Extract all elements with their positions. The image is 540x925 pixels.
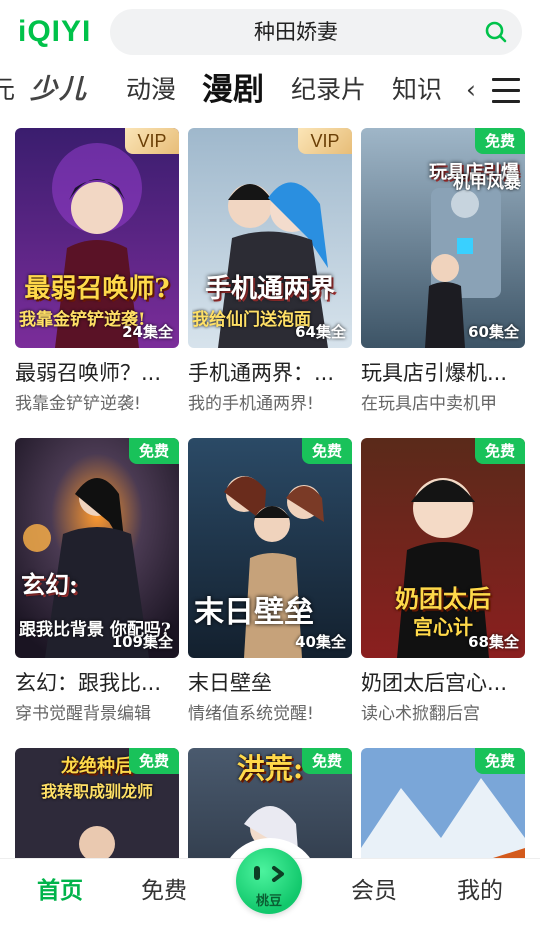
content-grid: 最弱召唤师? 我靠金铲铲逆袭! VIP 24集全 最弱召唤师？... 我靠金铲铲… xyxy=(0,126,540,860)
poster-title: 手机通两界 xyxy=(204,274,335,304)
drama-card[interactable]: 末日壁垒 免费 40集全 末日壁垒 情绪值系统觉醒! xyxy=(188,438,352,726)
poster[interactable]: 龙绝种后 我转职成驯龙师 免费 xyxy=(15,748,179,860)
poster-title: 最弱召唤师? xyxy=(24,274,170,304)
tab-partial-left[interactable]: 元 xyxy=(0,70,15,110)
nav-profile[interactable]: 我的 xyxy=(438,871,522,911)
drama-card[interactable]: 免费 xyxy=(361,748,525,860)
episode-count: 60集全 xyxy=(468,323,519,341)
card-title: 最弱召唤师？... xyxy=(15,361,162,385)
iqiyi-logo[interactable]: iQIYI xyxy=(18,14,91,50)
episode-count: 109集全 xyxy=(111,633,173,651)
drama-card[interactable]: 玩具店引爆 机甲风暴 免费 60集全 玩具店引爆机... 在玩具店中卖机甲 xyxy=(361,128,525,416)
card-subtitle: 我靠金铲铲逆袭! xyxy=(15,394,141,414)
poster[interactable]: 奶团太后 宫心计 免费 68集全 xyxy=(361,438,525,658)
channel-tabs: 元 少儿 动漫 漫剧 纪录片 知识 ‹ xyxy=(0,64,540,118)
poster[interactable]: 免费 xyxy=(361,748,525,860)
poster-subtitle: 我转职成驯龙师 xyxy=(40,782,153,801)
poster-title: 玄幻: xyxy=(21,570,78,599)
card-title: 末日壁垒 xyxy=(188,671,272,695)
tab-anime[interactable]: 动漫 xyxy=(126,70,176,110)
card-subtitle: 在玩具店中卖机甲 xyxy=(361,394,497,414)
poster[interactable]: 最弱召唤师? 我靠金铲铲逆袭! VIP 24集全 xyxy=(15,128,179,348)
free-badge: 免费 xyxy=(475,748,525,774)
poster-subtitle: 机甲风暴 xyxy=(453,173,521,193)
card-subtitle: 穿书觉醒背景编辑 xyxy=(15,704,151,724)
free-badge: 免费 xyxy=(129,748,179,774)
drama-card[interactable]: 最弱召唤师? 我靠金铲铲逆袭! VIP 24集全 最弱召唤师？... 我靠金铲铲… xyxy=(15,128,179,416)
vip-badge: VIP xyxy=(298,128,352,154)
free-badge: 免费 xyxy=(129,438,179,464)
search-bar[interactable]: 种田娇妻 xyxy=(110,9,522,55)
card-title: 玩具店引爆机... xyxy=(361,361,508,385)
episode-count: 64集全 xyxy=(295,323,346,341)
free-badge: 免费 xyxy=(302,748,352,774)
taodou-label: 桃豆 xyxy=(255,894,282,909)
tab-kids[interactable]: 少儿 xyxy=(30,70,88,110)
card-title: 手机通两界：... xyxy=(188,361,335,385)
episode-count: 24集全 xyxy=(122,323,173,341)
card-title: 奶团太后宫心... xyxy=(361,671,508,695)
tab-comic-drama[interactable]: 漫剧 xyxy=(202,70,264,110)
episode-count: 40集全 xyxy=(295,633,346,651)
search-icon[interactable] xyxy=(484,20,508,44)
drama-card[interactable]: 奶团太后 宫心计 免费 68集全 奶团太后宫心... 读心术掀翻后宫 xyxy=(361,438,525,726)
card-subtitle: 情绪值系统觉醒! xyxy=(188,704,314,724)
nav-home[interactable]: 首页 xyxy=(18,871,102,911)
tab-documentary[interactable]: 纪录片 xyxy=(291,70,366,110)
search-input[interactable]: 种田娇妻 xyxy=(110,9,482,55)
poster[interactable]: 末日壁垒 免费 40集全 xyxy=(188,438,352,658)
drama-card[interactable]: 龙绝种后 我转职成驯龙师 免费 xyxy=(15,748,179,860)
poster-title: 末日壁垒 xyxy=(194,595,314,630)
nav-free[interactable]: 免费 xyxy=(122,871,206,911)
vip-badge: VIP xyxy=(125,128,179,154)
card-title: 玄幻：跟我比... xyxy=(15,671,162,695)
taodou-mascot-button[interactable]: 桃豆 xyxy=(236,848,302,914)
free-badge: 免费 xyxy=(302,438,352,464)
free-badge: 免费 xyxy=(475,438,525,464)
poster[interactable]: 手机通两界 我给仙门送泡面 VIP 64集全 xyxy=(188,128,352,348)
mascot-face-icon xyxy=(254,866,284,882)
poster-title: 奶团太后 xyxy=(395,584,491,613)
header: iQIYI 种田娇妻 xyxy=(0,0,540,64)
tab-knowledge[interactable]: 知识 xyxy=(392,70,442,110)
nav-membership[interactable]: 会员 xyxy=(332,871,416,911)
free-badge: 免费 xyxy=(475,128,525,154)
card-subtitle: 读心术掀翻后宫 xyxy=(361,704,480,724)
card-subtitle: 我的手机通两界! xyxy=(188,394,314,414)
hamburger-menu-icon[interactable] xyxy=(492,78,520,104)
drama-card[interactable]: 玄幻: 跟我比背景 你配吗? 免费 109集全 玄幻：跟我比... 穿书觉醒背景… xyxy=(15,438,179,726)
drama-card[interactable]: 手机通两界 我给仙门送泡面 VIP 64集全 手机通两界：... 我的手机通两界… xyxy=(188,128,352,416)
poster[interactable]: 玄幻: 跟我比背景 你配吗? 免费 109集全 xyxy=(15,438,179,658)
poster[interactable]: 玩具店引爆 机甲风暴 免费 60集全 xyxy=(361,128,525,348)
episode-count: 68集全 xyxy=(468,633,519,651)
